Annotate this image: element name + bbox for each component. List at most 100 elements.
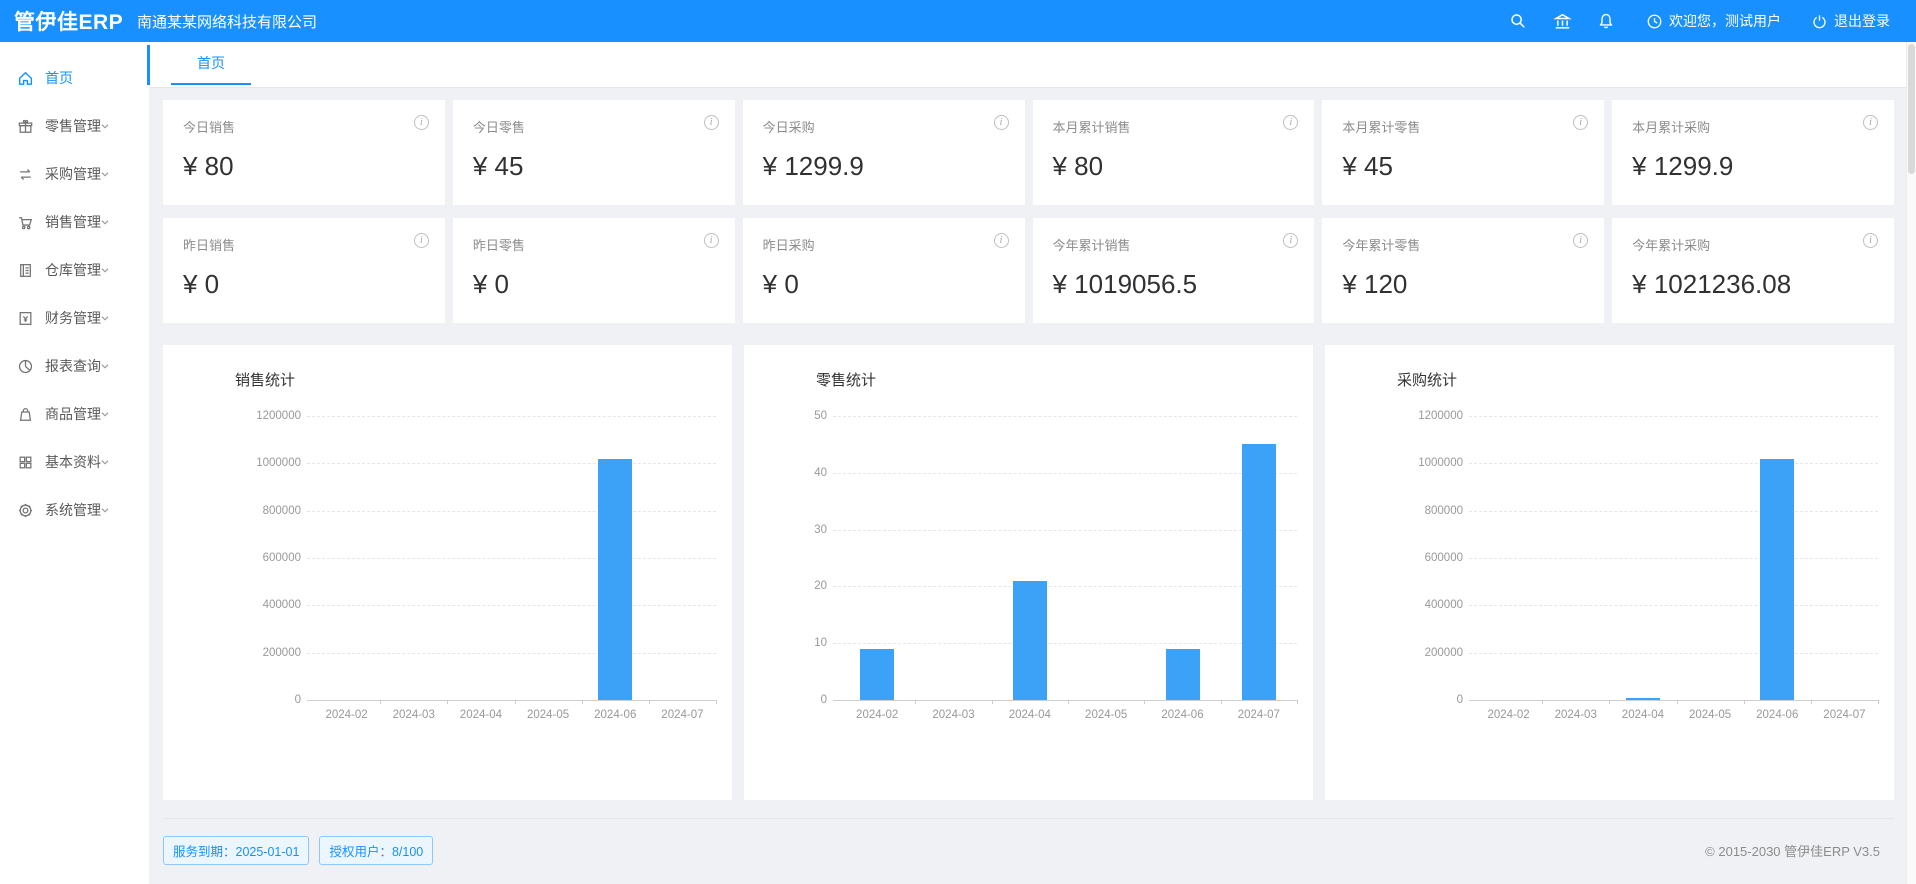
y-axis-tick-label: 50: [744, 409, 827, 423]
stat-card-month-purchase: 本月累计采购 i ¥ 1299.9: [1612, 100, 1894, 205]
chevron-down-icon: [98, 119, 112, 133]
info-icon[interactable]: i: [994, 233, 1009, 248]
search-icon[interactable]: [1508, 11, 1528, 31]
stat-card-month-sales: 本月累计销售 i ¥ 80: [1033, 100, 1315, 205]
x-axis-tick-label: 2024-03: [379, 709, 449, 721]
footer: 服务到期：2025-01-01 授权用户：8/100 © 2015-2030 管…: [163, 818, 1894, 865]
x-axis-tick-label: 2024-04: [995, 709, 1065, 721]
scrollbar-thumb[interactable]: [1908, 44, 1915, 174]
retail-chart-card: 零售统计 010203040502024-022024-032024-04202…: [744, 345, 1313, 800]
purchase-bar-chart: 0200000400000600000800000100000012000002…: [1325, 404, 1894, 764]
purchase-icon: [17, 166, 34, 183]
x-axis-tick-label: 2024-05: [513, 709, 583, 721]
bar-2024-04[interactable]: [1013, 581, 1047, 700]
y-axis-tick-label: 30: [744, 523, 827, 537]
sidebar-item-finance[interactable]: 财务管理: [0, 294, 149, 342]
stat-value: ¥ 0: [763, 269, 1005, 300]
info-icon[interactable]: i: [1573, 233, 1588, 248]
bar-2024-06[interactable]: [598, 459, 632, 700]
x-axis-tick-label: 2024-05: [1675, 709, 1745, 721]
x-axis-tick: [447, 700, 448, 704]
bar-2024-02[interactable]: [860, 649, 894, 700]
stat-card-today-sales: 今日销售 i ¥ 80: [163, 100, 445, 205]
sidebar-item-warehouse[interactable]: 仓库管理: [0, 246, 149, 294]
chevron-down-icon: [98, 407, 112, 421]
info-icon[interactable]: i: [1283, 233, 1298, 248]
bar-2024-07[interactable]: [1242, 444, 1276, 700]
logout-button[interactable]: 退出登录: [1811, 11, 1890, 31]
sidebar-item-basedata[interactable]: 基本资料: [0, 438, 149, 486]
chart-title: 销售统计: [163, 345, 732, 390]
info-icon[interactable]: i: [1863, 233, 1878, 248]
stat-value: ¥ 1021236.08: [1632, 269, 1874, 300]
stat-label: 昨日销售: [183, 235, 425, 254]
licensed-users-badge: 授权用户：8/100: [319, 836, 433, 865]
info-icon[interactable]: i: [994, 115, 1009, 130]
bar-2024-04[interactable]: [1626, 698, 1660, 700]
y-axis-tick-label: 200000: [1325, 646, 1463, 660]
stats-grid: 今日销售 i ¥ 80 今日零售 i ¥ 45 今日采购 i ¥ 1299.9 …: [163, 100, 1894, 323]
y-axis-tick-label: 0: [1325, 693, 1463, 707]
bar-2024-06[interactable]: [1166, 649, 1200, 700]
y-axis-tick-label: 800000: [1325, 504, 1463, 518]
info-icon[interactable]: i: [414, 115, 429, 130]
gridline: [1469, 558, 1878, 559]
x-axis-tick: [649, 700, 650, 704]
sidebar-item-goods[interactable]: 商品管理: [0, 390, 149, 438]
sidebar-item-system[interactable]: 系统管理: [0, 486, 149, 534]
info-icon[interactable]: i: [704, 115, 719, 130]
vertical-scrollbar[interactable]: [1906, 42, 1916, 884]
stat-value: ¥ 120: [1342, 269, 1584, 300]
bar-2024-06[interactable]: [1760, 459, 1794, 700]
info-icon[interactable]: i: [414, 233, 429, 248]
power-icon: [1811, 13, 1828, 30]
stat-label: 昨日零售: [473, 235, 715, 254]
tab-home[interactable]: 首页: [171, 42, 251, 85]
report-icon: [17, 358, 34, 375]
sidebar-item-sales[interactable]: 销售管理: [0, 198, 149, 246]
cart-icon: [17, 214, 34, 231]
main-content: 今日销售 i ¥ 80 今日零售 i ¥ 45 今日采购 i ¥ 1299.9 …: [150, 88, 1906, 884]
bell-icon[interactable]: [1596, 11, 1616, 31]
info-icon[interactable]: i: [1573, 115, 1588, 130]
user-welcome[interactable]: 欢迎您，测试用户: [1646, 11, 1781, 31]
sidebar-item-reports[interactable]: 报表查询: [0, 342, 149, 390]
x-axis-line: [1469, 700, 1878, 701]
info-icon[interactable]: i: [1283, 115, 1298, 130]
chart-title: 采购统计: [1325, 345, 1894, 390]
stat-value: ¥ 0: [183, 269, 425, 300]
x-axis-tick-label: 2024-07: [647, 709, 717, 721]
x-axis-tick: [915, 700, 916, 704]
stat-card-month-retail: 本月累计零售 i ¥ 45: [1322, 100, 1604, 205]
gridline: [1469, 605, 1878, 606]
clock-icon: [1646, 13, 1663, 30]
sidebar-item-purchase[interactable]: 采购管理: [0, 150, 149, 198]
info-icon[interactable]: i: [1863, 115, 1878, 130]
sidebar-item-retail[interactable]: 零售管理: [0, 102, 149, 150]
stat-card-today-purchase: 今日采购 i ¥ 1299.9: [743, 100, 1025, 205]
sidebar-item-home[interactable]: 首页: [0, 54, 149, 102]
y-axis-tick-label: 600000: [1325, 551, 1463, 565]
x-axis-tick-label: 2024-06: [1742, 709, 1812, 721]
x-axis-tick-label: 2024-05: [1071, 709, 1141, 721]
home-icon: [17, 70, 34, 87]
chevron-down-icon: [98, 503, 112, 517]
sidebar-item-label: 基本资料: [45, 452, 101, 472]
gridline: [1469, 416, 1878, 417]
stat-card-yesterday-sales: 昨日销售 i ¥ 0: [163, 218, 445, 323]
y-axis-tick-label: 0: [163, 693, 301, 707]
gridline: [307, 605, 716, 606]
y-axis-tick-label: 1000000: [1325, 456, 1463, 470]
stat-card-year-purchase: 今年累计采购 i ¥ 1021236.08: [1612, 218, 1894, 323]
sidebar-item-label: 仓库管理: [45, 260, 101, 280]
app-header: 管伊佳ERP 南通某某网络科技有限公司 欢迎您，测试用户: [0, 0, 1916, 42]
info-icon[interactable]: i: [704, 233, 719, 248]
bank-icon[interactable]: [1552, 11, 1572, 31]
gridline: [833, 416, 1297, 417]
sidebar-item-label: 零售管理: [45, 116, 101, 136]
x-axis-tick: [582, 700, 583, 704]
sidebar: 首页 零售管理 采购管理: [0, 42, 150, 884]
active-tab-indicator: [147, 45, 150, 85]
gridline: [307, 558, 716, 559]
sidebar-item-label: 财务管理: [45, 308, 101, 328]
